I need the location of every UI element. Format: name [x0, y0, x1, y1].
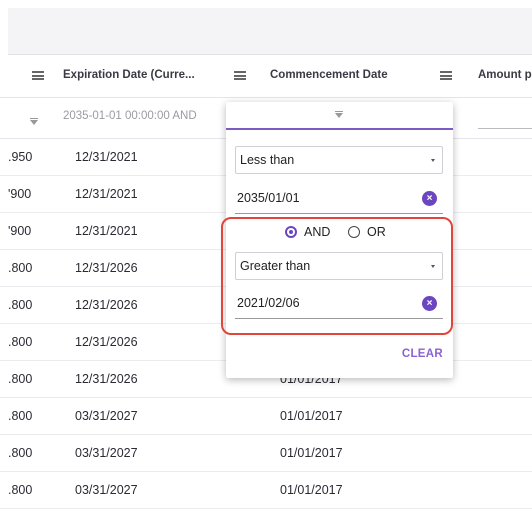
expiration-cell: 12/31/2026 — [75, 335, 138, 349]
date-filter-popup: Less than 2035/01/01 × AND OR Greater th… — [226, 102, 453, 378]
filter-tab[interactable] — [226, 102, 453, 130]
expiration-cell: 12/31/2021 — [75, 187, 138, 201]
condition2-date-input[interactable]: 2021/02/06 × — [235, 291, 443, 319]
column-header-amount[interactable]: Amount p — [478, 69, 532, 81]
condition1-date-input[interactable]: 2035/01/01 × — [235, 186, 443, 214]
commencement-cell: 01/01/2017 — [280, 446, 343, 460]
chevron-down-icon — [431, 265, 435, 268]
expiration-cell: 03/31/2027 — [75, 446, 138, 460]
column-menu-button[interactable] — [438, 55, 454, 97]
clear-icon[interactable]: × — [422, 191, 437, 206]
expiration-cell: 12/31/2021 — [75, 150, 138, 164]
column-header-expiration-date[interactable]: Expiration Date (Curre... — [63, 69, 195, 81]
condition2-date-value: 2021/02/06 — [237, 296, 300, 310]
amount-cell: .800 — [8, 372, 33, 386]
amount-cell: .800 — [8, 409, 33, 423]
or-radio-label[interactable]: OR — [367, 225, 386, 239]
expiration-cell: 12/31/2026 — [75, 298, 138, 312]
table-row[interactable]: .800 03/31/2027 01/01/2017 — [0, 398, 532, 435]
grid-toolbar — [8, 8, 532, 55]
expiration-cell: 03/31/2027 — [75, 483, 138, 497]
amount-cell: .950 — [8, 150, 33, 164]
menu-icon — [234, 71, 246, 80]
table-row[interactable]: .800 03/31/2027 01/01/2017 — [0, 472, 532, 509]
clear-button[interactable]: CLEAR — [402, 348, 443, 360]
column-menu-button[interactable] — [232, 55, 248, 97]
condition1-type-select[interactable]: Less than — [235, 146, 443, 174]
expiration-cell: 03/31/2027 — [75, 409, 138, 423]
amount-cell: .800 — [8, 483, 33, 497]
table-row[interactable]: .800 03/31/2027 01/01/2017 — [0, 435, 532, 472]
filter-icon — [335, 111, 343, 112]
expiration-cell: 12/31/2026 — [75, 261, 138, 275]
filter-icon — [335, 113, 343, 118]
filter-icon[interactable] — [30, 120, 38, 125]
amount-cell: .800 — [8, 446, 33, 460]
amount-cell: .800 — [8, 335, 33, 349]
column-header-commencement-date[interactable]: Commencement Date — [270, 69, 388, 81]
amount-cell: .800 — [8, 298, 33, 312]
condition1-type-label: Less than — [240, 153, 295, 167]
filter-icon[interactable] — [30, 118, 38, 119]
amount-cell: .800 — [8, 261, 33, 275]
condition1-date-value: 2035/01/01 — [237, 191, 300, 205]
expiration-filter-input[interactable]: 2035-01-01 00:00:00 AND — [63, 110, 215, 122]
and-radio-label[interactable]: AND — [304, 225, 330, 239]
condition2-type-label: Greater than — [240, 259, 311, 273]
chevron-down-icon — [431, 159, 435, 162]
expiration-cell: 12/31/2026 — [75, 372, 138, 386]
amount-filter-input[interactable] — [478, 128, 532, 129]
menu-icon — [440, 71, 452, 80]
commencement-cell: 01/01/2017 — [280, 409, 343, 423]
and-radio[interactable] — [285, 226, 297, 238]
clear-icon[interactable]: × — [422, 296, 437, 311]
join-operator-group: AND OR — [226, 222, 453, 244]
or-radio[interactable] — [348, 226, 360, 238]
active-tab-indicator — [226, 128, 453, 130]
column-header-row: Expiration Date (Curre... Commencement D… — [0, 55, 532, 98]
commencement-cell: 01/01/2017 — [280, 483, 343, 497]
amount-cell: '900 — [8, 224, 32, 238]
column-menu-button[interactable] — [30, 55, 46, 97]
expiration-cell: 12/31/2021 — [75, 224, 138, 238]
amount-cell: '900 — [8, 187, 32, 201]
condition2-type-select[interactable]: Greater than — [235, 252, 443, 280]
menu-icon — [32, 71, 44, 80]
